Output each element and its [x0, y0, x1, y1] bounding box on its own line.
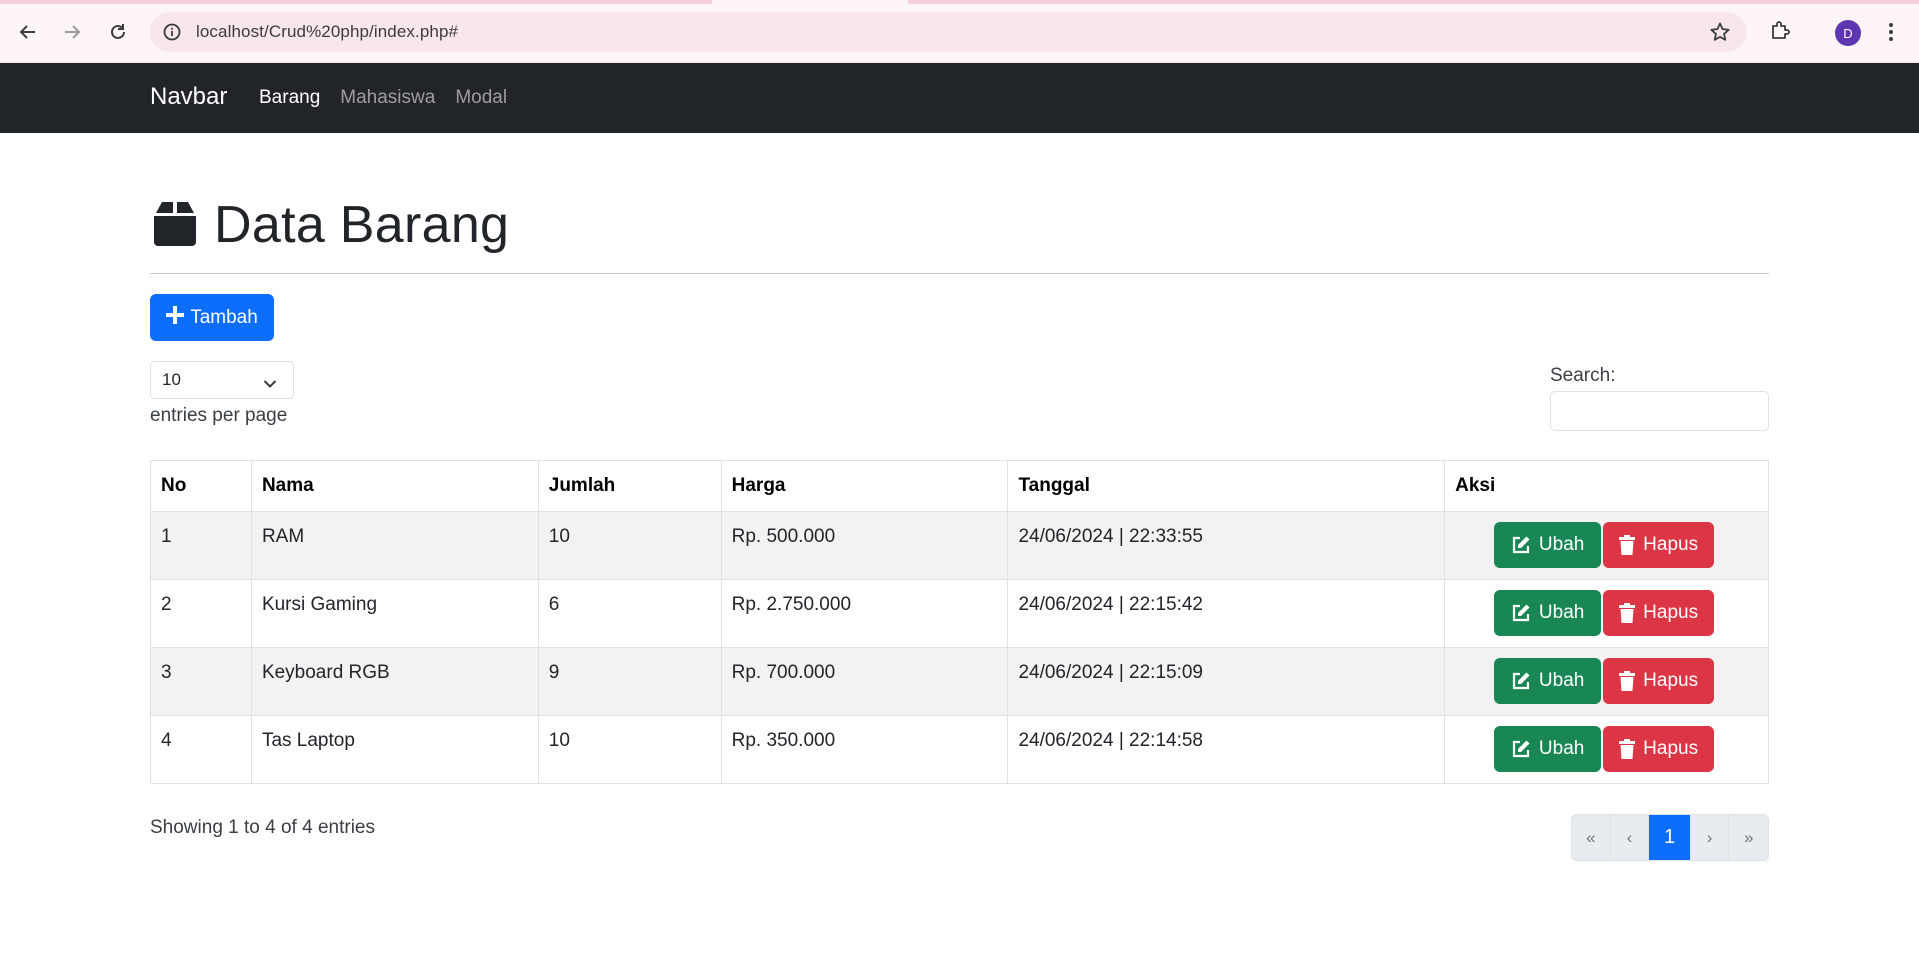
edit-button[interactable]: Ubah — [1494, 522, 1602, 568]
url-text[interactable]: localhost/Crud%20php/index.php# — [196, 22, 458, 42]
back-icon[interactable] — [13, 17, 43, 47]
cell-jumlah: 9 — [537, 647, 722, 716]
reload-icon[interactable] — [103, 17, 133, 47]
tab-strip — [0, 0, 1919, 4]
cell-aksi: Ubah Hapus — [1444, 511, 1769, 580]
extensions-icon[interactable] — [1768, 19, 1792, 48]
column-header-tanggal[interactable]: Tanggal — [1007, 460, 1446, 512]
cell-nama: Keyboard RGB — [250, 647, 539, 716]
cell-tanggal: 24/06/2024 | 22:15:42 — [1007, 579, 1446, 648]
trash-icon — [1619, 671, 1636, 691]
bookmark-star-icon[interactable] — [1709, 21, 1731, 48]
delete-button-label: Hapus — [1643, 602, 1699, 623]
cell-jumlah: 6 — [537, 579, 722, 648]
edit-button-label: Ubah — [1538, 534, 1585, 555]
cell-jumlah: 10 — [537, 715, 722, 784]
pagination: « ‹ 1 › » — [1571, 814, 1769, 861]
cell-tanggal: 24/06/2024 | 22:14:58 — [1007, 715, 1446, 784]
table-row: 1 RAM 10 Rp. 500.000 24/06/2024 | 22:33:… — [150, 511, 1769, 580]
add-button[interactable]: Tambah — [150, 294, 274, 341]
delete-button-label: Hapus — [1643, 670, 1699, 691]
more-menu-icon[interactable] — [1888, 22, 1894, 47]
cell-harga: Rp. 500.000 — [720, 511, 1009, 580]
nav-links: Barang Mahasiswa Modal — [259, 87, 507, 109]
trash-icon — [1619, 535, 1636, 555]
entries-per-page-label: entries per page — [150, 405, 288, 426]
edit-button-label: Ubah — [1538, 602, 1585, 623]
cell-aksi: Ubah Hapus — [1444, 647, 1769, 716]
cell-tanggal: 24/06/2024 | 22:33:55 — [1007, 511, 1446, 580]
table-row: 3 Keyboard RGB 9 Rp. 700.000 24/06/2024 … — [150, 647, 1769, 716]
delete-button[interactable]: Hapus — [1603, 522, 1715, 568]
delete-button[interactable]: Hapus — [1603, 658, 1715, 704]
column-header-nama[interactable]: Nama — [250, 460, 539, 512]
data-table: No Nama Jumlah Harga Tanggal Aksi 1 RAM … — [150, 460, 1769, 784]
edit-button-label: Ubah — [1538, 670, 1585, 691]
nav-link-mahasiswa[interactable]: Mahasiswa — [340, 87, 435, 109]
search-label: Search: — [1550, 365, 1616, 386]
nav-link-barang[interactable]: Barang — [259, 87, 320, 109]
cell-tanggal: 24/06/2024 | 22:15:09 — [1007, 647, 1446, 716]
entries-per-page-select[interactable]: 10 — [150, 361, 294, 399]
top-navbar: Navbar Barang Mahasiswa Modal — [0, 63, 1919, 133]
forward-icon[interactable] — [57, 17, 87, 47]
cell-nama: Kursi Gaming — [250, 579, 539, 648]
site-info-icon[interactable] — [162, 22, 182, 42]
trash-icon — [1619, 603, 1636, 623]
page-header: Data Barang — [150, 195, 509, 255]
cell-no: 1 — [150, 511, 252, 580]
pagination-first[interactable]: « — [1572, 815, 1611, 860]
edit-button[interactable]: Ubah — [1494, 726, 1602, 772]
delete-button[interactable]: Hapus — [1603, 590, 1715, 636]
cell-nama: RAM — [250, 511, 539, 580]
delete-button[interactable]: Hapus — [1603, 726, 1715, 772]
browser-chrome: localhost/Crud%20php/index.php# D — [0, 0, 1919, 63]
cell-jumlah: 10 — [537, 511, 722, 580]
table-row: 4 Tas Laptop 10 Rp. 350.000 24/06/2024 |… — [150, 715, 1769, 784]
pen-square-icon — [1512, 740, 1530, 758]
edit-button[interactable]: Ubah — [1494, 590, 1602, 636]
table-info: Showing 1 to 4 of 4 entries — [150, 817, 375, 838]
edit-button-label: Ubah — [1538, 738, 1585, 759]
cell-aksi: Ubah Hapus — [1444, 579, 1769, 648]
profile-avatar[interactable]: D — [1835, 20, 1861, 46]
pagination-page-1[interactable]: 1 — [1649, 815, 1691, 860]
pagination-prev[interactable]: ‹ — [1611, 815, 1650, 860]
cell-no: 3 — [150, 647, 252, 716]
pen-square-icon — [1512, 536, 1530, 554]
cell-harga: Rp. 2.750.000 — [720, 579, 1009, 648]
cell-no: 4 — [150, 715, 252, 784]
cell-aksi: Ubah Hapus — [1444, 715, 1769, 784]
table-row: 2 Kursi Gaming 6 Rp. 2.750.000 24/06/202… — [150, 579, 1769, 648]
navbar-brand[interactable]: Navbar — [150, 83, 227, 111]
delete-button-label: Hapus — [1643, 738, 1699, 759]
pen-square-icon — [1512, 604, 1530, 622]
plus-icon — [166, 305, 185, 330]
table-header-row: No Nama Jumlah Harga Tanggal Aksi — [150, 460, 1769, 512]
edit-button[interactable]: Ubah — [1494, 658, 1602, 704]
cell-no: 2 — [150, 579, 252, 648]
search-input[interactable] — [1550, 391, 1769, 431]
pagination-last[interactable]: » — [1729, 815, 1768, 860]
cell-harga: Rp. 350.000 — [720, 715, 1009, 784]
cell-harga: Rp. 700.000 — [720, 647, 1009, 716]
entries-select-value: 10 — [162, 370, 181, 389]
column-header-no[interactable]: No — [150, 460, 252, 512]
page-title: Data Barang — [214, 196, 510, 254]
cell-nama: Tas Laptop — [250, 715, 539, 784]
chevron-down-icon — [263, 374, 277, 394]
title-divider — [150, 273, 1769, 274]
delete-button-label: Hapus — [1643, 534, 1699, 555]
column-header-jumlah[interactable]: Jumlah — [537, 460, 722, 512]
column-header-harga[interactable]: Harga — [720, 460, 1009, 512]
nav-link-modal[interactable]: Modal — [455, 87, 507, 109]
column-header-aksi: Aksi — [1444, 460, 1769, 512]
box-icon — [150, 198, 200, 253]
trash-icon — [1619, 739, 1636, 759]
address-bar[interactable]: localhost/Crud%20php/index.php# — [150, 12, 1747, 52]
pen-square-icon — [1512, 672, 1530, 690]
pagination-next[interactable]: › — [1691, 815, 1730, 860]
add-button-label: Tambah — [190, 306, 258, 328]
